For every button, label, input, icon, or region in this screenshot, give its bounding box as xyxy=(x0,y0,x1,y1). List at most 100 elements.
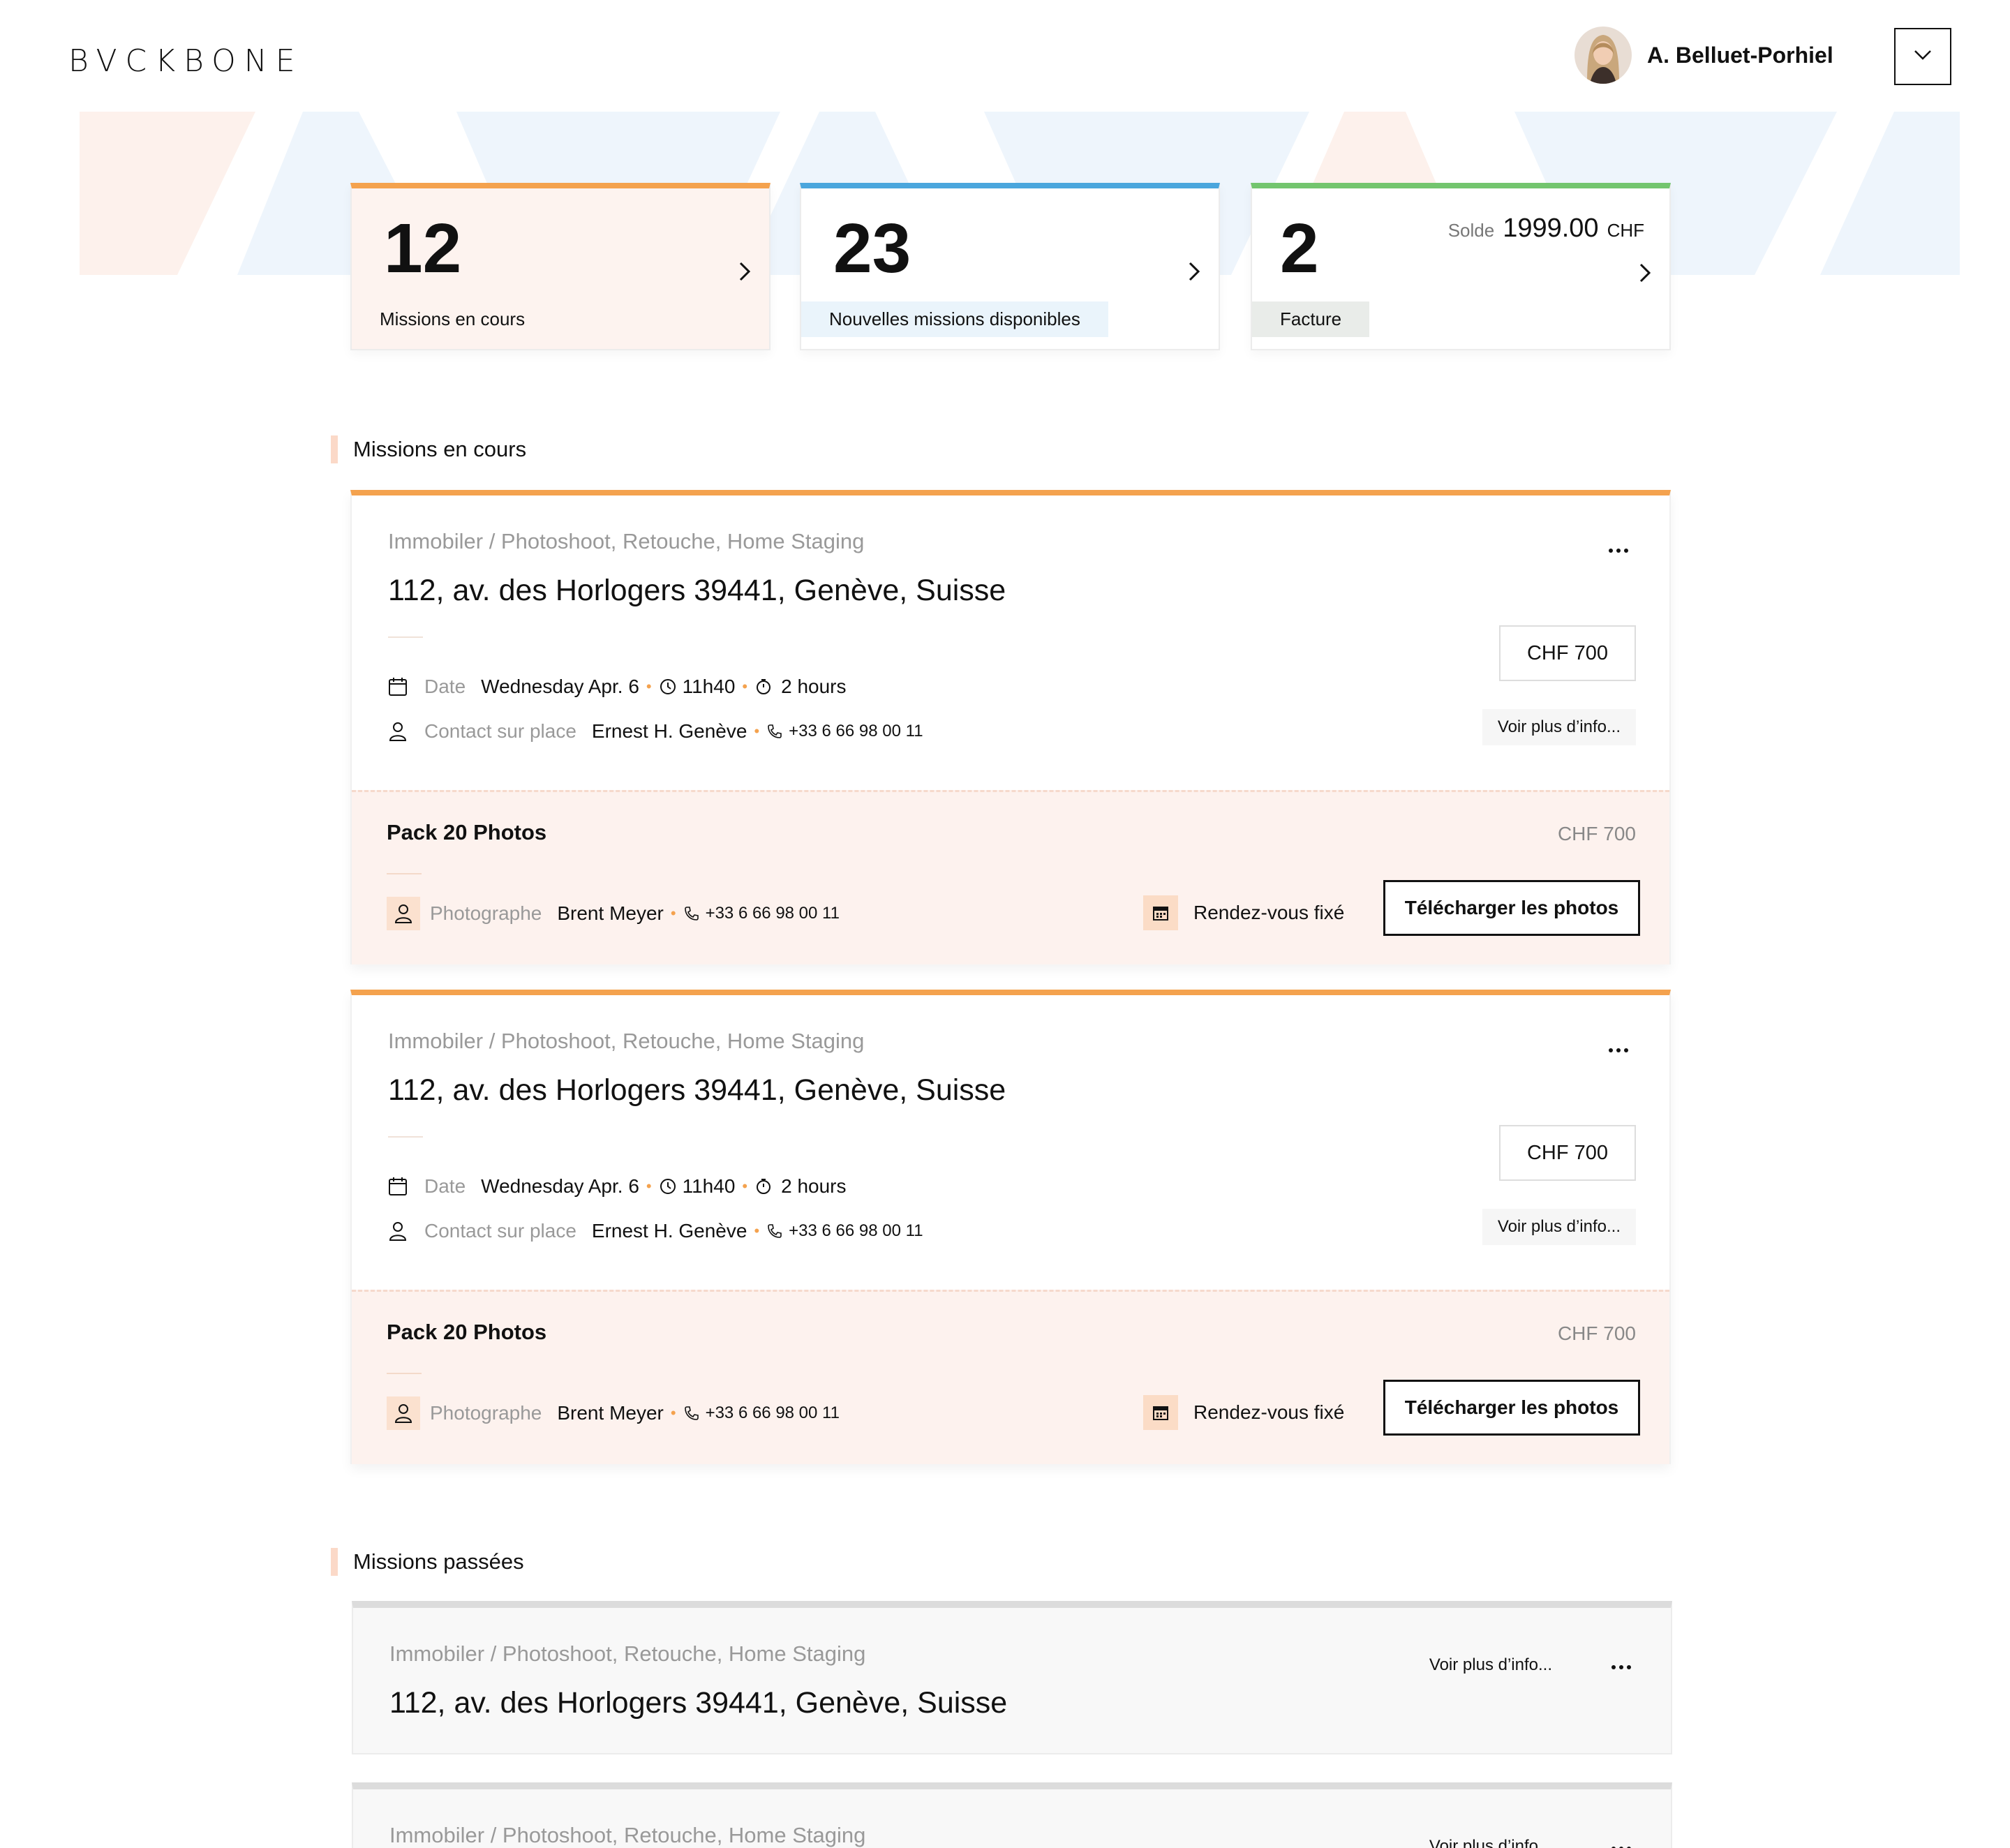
rdv-status: Rendez-vous fixé xyxy=(1143,895,1344,930)
mission-time: 11h40 xyxy=(682,1175,736,1197)
pack-section: Pack 20 Photos CHF 700 Photographe Brent… xyxy=(352,1290,1669,1464)
calendar-icon xyxy=(1143,1395,1178,1430)
clock-icon xyxy=(659,678,677,696)
pack-price: CHF 700 xyxy=(1557,823,1636,844)
mission-price: CHF 700 xyxy=(1499,1125,1636,1181)
rdv-status: Rendez-vous fixé xyxy=(1143,1395,1344,1430)
separator-dot: • xyxy=(754,1222,760,1239)
mission-category: Immobiler / Photoshoot, Retouche, Home S… xyxy=(389,1641,866,1666)
mission-card: Immobiler / Photoshoot, Retouche, Home S… xyxy=(350,990,1671,1464)
more-info-link[interactable]: Voir plus d’info... xyxy=(1429,1655,1552,1675)
section-label: Missions passées xyxy=(353,1549,524,1574)
chevron-right-icon xyxy=(1188,261,1200,285)
past-mission-card: Immobiler / Photoshoot, Retouche, Home S… xyxy=(352,1601,1672,1754)
mission-category: Immobiler / Photoshoot, Retouche, Home S… xyxy=(388,529,865,553)
more-dots-icon[interactable] xyxy=(1611,1661,1632,1674)
contact-phone[interactable]: +33 6 66 98 00 11 xyxy=(766,722,923,741)
contact-phone-number: +33 6 66 98 00 11 xyxy=(789,722,923,740)
separator-dot: • xyxy=(670,904,676,922)
photographer-row: Photographe Brent Meyer • +33 6 66 98 00… xyxy=(387,1396,840,1430)
user-profile[interactable]: A. Belluet-Porhiel xyxy=(1574,27,1833,84)
past-mission-card: Immobiler / Photoshoot, Retouche, Home S… xyxy=(352,1782,1672,1848)
contact-label: Contact sur place xyxy=(424,720,576,742)
separator-dot: • xyxy=(742,678,748,695)
more-dots-icon[interactable] xyxy=(1608,544,1629,557)
stat-count: 12 xyxy=(384,209,462,288)
more-info-button[interactable]: Voir plus d’info... xyxy=(1482,709,1636,745)
photographer-phone-number: +33 6 66 98 00 11 xyxy=(705,1403,840,1422)
separator-dot: • xyxy=(754,722,760,740)
calendar-icon xyxy=(1143,895,1178,930)
download-photos-button[interactable]: Télécharger les photos xyxy=(1383,1380,1640,1436)
divider xyxy=(387,1373,422,1374)
more-info-button[interactable]: Voir plus d’info... xyxy=(1482,1209,1636,1245)
more-dots-icon[interactable] xyxy=(1611,1842,1632,1848)
stat-card-missions[interactable]: 12 Missions en cours xyxy=(350,183,770,350)
contact-label: Contact sur place xyxy=(424,1220,576,1242)
separator-dot: • xyxy=(742,1177,748,1195)
mission-contact-row: Contact sur place Ernest H. Genève • +33… xyxy=(388,716,923,747)
pack-title: Pack 20 Photos xyxy=(387,820,547,844)
more-info-link[interactable]: Voir plus d’info... xyxy=(1429,1837,1552,1848)
avatar[interactable] xyxy=(1574,27,1632,84)
contact-name: Ernest H. Genève xyxy=(591,1220,747,1242)
mission-address: 112, av. des Horlogers 39441, Genève, Su… xyxy=(388,574,1006,607)
separator-dot: • xyxy=(646,678,652,695)
timer-icon xyxy=(754,1177,773,1195)
mission-date: Wednesday Apr. 6 xyxy=(481,676,639,697)
photographer-phone-number: +33 6 66 98 00 11 xyxy=(705,904,840,923)
rdv-label: Rendez-vous fixé xyxy=(1193,1401,1345,1423)
account-menu-button[interactable] xyxy=(1894,28,1951,85)
contact-name: Ernest H. Genève xyxy=(591,720,747,742)
phone-icon xyxy=(766,1223,783,1239)
logo[interactable]: BVCKBONE xyxy=(68,43,304,79)
stat-card-facture[interactable]: 2 Solde 1999.00 CHF Facture xyxy=(1251,183,1671,350)
solde: Solde 1999.00 CHF xyxy=(1448,214,1644,244)
divider xyxy=(388,636,423,638)
photographer-phone[interactable]: +33 6 66 98 00 11 xyxy=(683,904,840,923)
user-icon xyxy=(382,716,413,747)
photographer-label: Photographe xyxy=(430,902,542,924)
mission-date: Wednesday Apr. 6 xyxy=(481,1175,639,1197)
mission-date-row: Date Wednesday Apr. 6 • 11h40 • 2 hours xyxy=(388,1171,847,1202)
solde-label: Solde xyxy=(1447,220,1495,241)
pack-price: CHF 700 xyxy=(1557,1322,1636,1344)
contact-phone[interactable]: +33 6 66 98 00 11 xyxy=(766,1221,923,1241)
pack-section: Pack 20 Photos CHF 700 Photographe Brent… xyxy=(352,790,1669,964)
mission-address: 112, av. des Horlogers 39441, Genève, Su… xyxy=(389,1686,1008,1720)
photographer-name: Brent Meyer xyxy=(557,902,664,924)
user-icon xyxy=(387,1396,420,1430)
mission-date-row: Date Wednesday Apr. 6 • 11h40 • 2 hours xyxy=(388,671,847,702)
divider xyxy=(387,873,422,874)
solde-currency: CHF xyxy=(1607,220,1644,241)
solde-amount: 1999.00 xyxy=(1503,214,1599,243)
more-dots-icon[interactable] xyxy=(1608,1044,1629,1057)
download-photos-button[interactable]: Télécharger les photos xyxy=(1383,880,1640,936)
photographer-name: Brent Meyer xyxy=(557,1402,664,1424)
mission-address: 112, av. des Horlogers 39441, Genève, Su… xyxy=(388,1073,1006,1107)
section-label: Missions en cours xyxy=(353,437,527,461)
mission-category: Immobiler / Photoshoot, Retouche, Home S… xyxy=(388,1029,865,1053)
chevron-right-icon xyxy=(1639,262,1651,287)
mission-duration: 2 hours xyxy=(781,1175,847,1197)
rdv-label: Rendez-vous fixé xyxy=(1193,902,1345,923)
phone-icon xyxy=(766,723,783,740)
timer-icon xyxy=(754,678,773,696)
divider xyxy=(388,1136,423,1138)
stat-label: Nouvelles missions disponibles xyxy=(801,301,1108,337)
stat-label: Facture xyxy=(1252,301,1370,337)
clock-icon xyxy=(659,1177,677,1195)
photographer-phone[interactable]: +33 6 66 98 00 11 xyxy=(683,1403,840,1423)
section-title-current: Missions en cours xyxy=(331,435,526,463)
separator-dot: • xyxy=(670,1404,676,1422)
calendar-icon xyxy=(382,671,413,702)
photographer-label: Photographe xyxy=(430,1402,542,1424)
mission-price: CHF 700 xyxy=(1499,625,1636,681)
stat-count: 2 xyxy=(1280,209,1319,288)
section-marker xyxy=(331,1548,338,1576)
date-label: Date xyxy=(424,676,466,697)
separator-dot: • xyxy=(646,1177,652,1195)
user-icon xyxy=(382,1216,413,1246)
chevron-right-icon xyxy=(738,261,751,285)
stat-card-nouvelles-missions[interactable]: 23 Nouvelles missions disponibles xyxy=(800,183,1220,350)
